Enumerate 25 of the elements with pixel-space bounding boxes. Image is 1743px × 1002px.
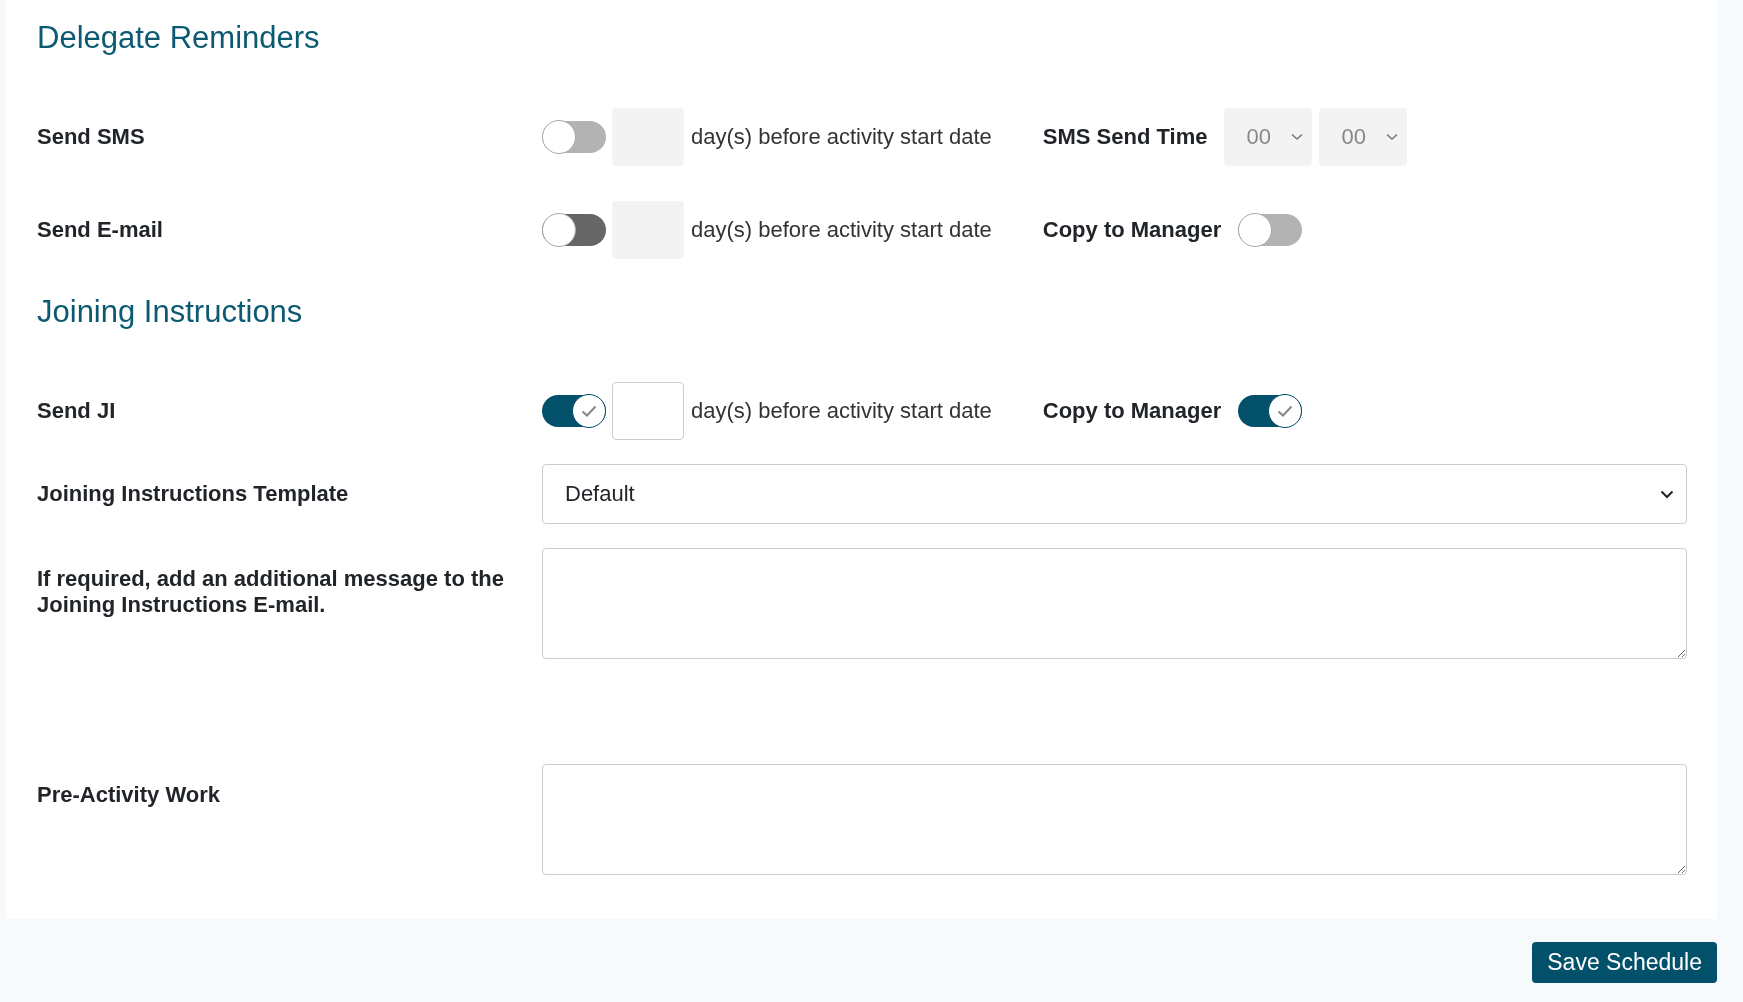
section-heading: Joining Instructions: [37, 294, 304, 330]
field-label: Copy to Manager: [1042, 398, 1222, 424]
field-label: Send JI: [37, 398, 117, 424]
days-suffix: day(s) before activity start date: [691, 398, 992, 424]
field-label: SMS Send Time: [1042, 124, 1208, 150]
days-suffix: day(s) before activity start date: [691, 217, 992, 243]
field-label: Pre-Activity Work: [37, 781, 221, 809]
template-select[interactable]: Default: [542, 464, 1687, 524]
chevron-down-icon: [1660, 489, 1674, 499]
section-heading: Delegate Reminders: [37, 20, 321, 56]
save-schedule-button[interactable]: Save Schedule: [1532, 942, 1717, 983]
toggle-switch[interactable]: [1238, 395, 1303, 427]
days-suffix: day(s) before activity start date: [691, 124, 992, 150]
check-icon: [581, 405, 597, 417]
field-label: Send E-mail: [37, 217, 164, 243]
field-label: Send SMS: [37, 124, 146, 150]
field-label: Joining Instructions Template: [37, 481, 350, 507]
days-input[interactable]: [612, 382, 684, 440]
toggle-switch[interactable]: [542, 395, 606, 427]
check-icon: [1277, 405, 1294, 417]
chevron-down-icon: [1291, 133, 1304, 141]
toggle-switch[interactable]: [542, 214, 606, 246]
field-label: If required, add an additional message to the Joining Instructions E-mail.: [37, 565, 505, 619]
field-label: Copy to Manager: [1042, 217, 1222, 243]
chevron-down-icon: [1386, 133, 1399, 141]
